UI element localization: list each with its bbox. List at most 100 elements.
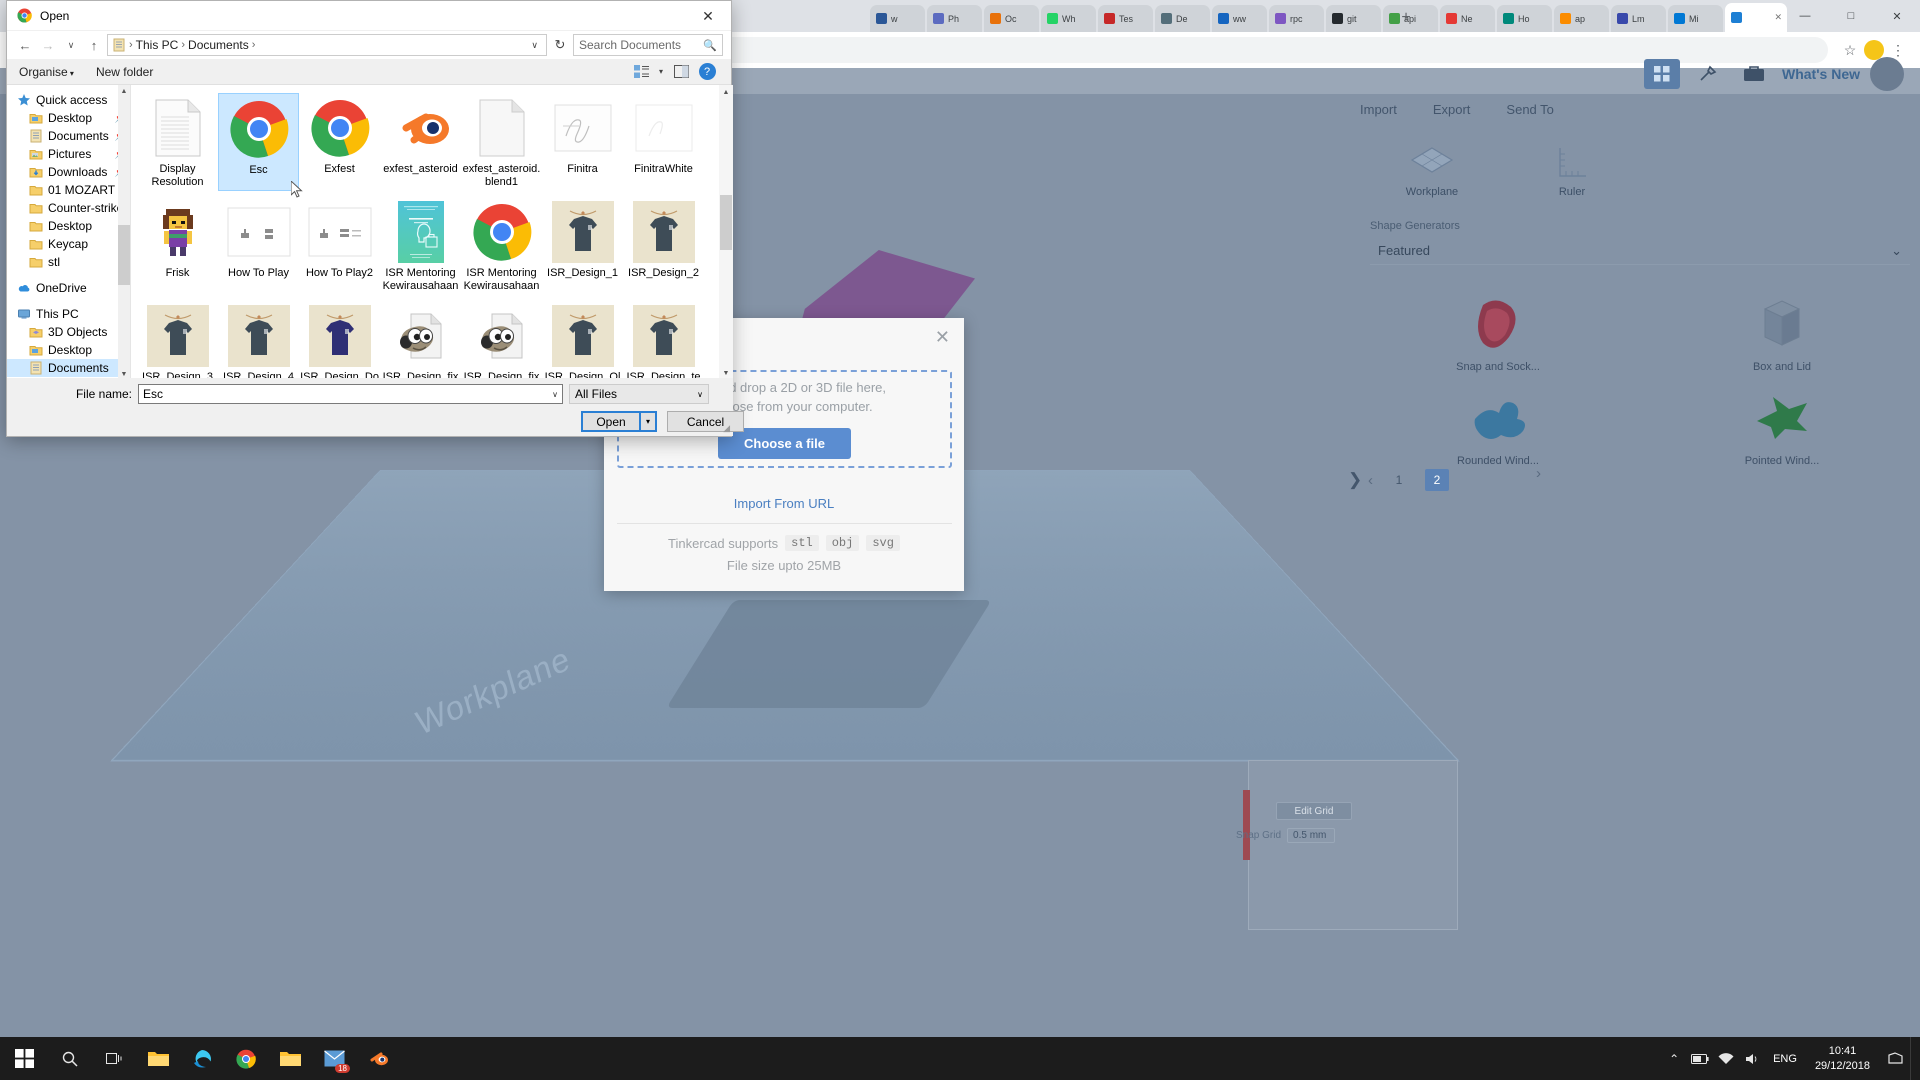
file-item[interactable]: ISR_Design_fix [380,301,461,380]
file-item[interactable]: Frisk [137,197,218,295]
cancel-button[interactable]: Cancel [667,411,744,432]
tree-item-this-pc[interactable]: This PC [7,305,130,323]
view-dropdown-caret[interactable]: ▾ [655,62,667,82]
browser-tab[interactable]: Ho [1497,5,1552,32]
breadcrumb-documents[interactable]: Documents [188,38,249,52]
browser-tab[interactable]: Mi [1668,5,1723,32]
close-icon[interactable]: ✕ [935,327,950,348]
grid-view-icon[interactable] [1643,59,1680,89]
page-1-button[interactable]: 1 [1387,469,1411,491]
browser-tab[interactable]: git [1326,5,1381,32]
organise-menu[interactable]: Organise ▾ [19,65,74,79]
taskbar-search-button[interactable] [48,1037,92,1080]
file-item[interactable]: ISR_Design_Dongker [299,301,380,380]
choose-a-file-button[interactable]: Choose a file [718,427,851,459]
close-window-button[interactable]: ✕ [1874,0,1920,32]
browser-tab[interactable]: ap [1554,5,1609,32]
tree-item-desktop-3[interactable]: Desktop [7,341,130,359]
export-button[interactable]: Export [1433,102,1471,117]
import-from-url-link[interactable]: Import From URL [604,496,964,511]
tree-item-counter-strike[interactable]: Counter-strike G [7,199,130,217]
import-button[interactable]: Import [1360,102,1397,117]
tray-expand-chevron[interactable]: ⌃ [1661,1037,1687,1080]
tree-item-stl[interactable]: stl [7,253,130,271]
file-item[interactable]: ISR_Design_1 [542,197,623,295]
tree-item-quick-access[interactable]: Quick access [7,91,130,109]
file-scrollbar-thumb[interactable] [720,195,732,250]
tree-item-desktop-2[interactable]: Desktop [7,217,130,235]
shape-item[interactable]: Box and Lid [1660,285,1904,373]
browser-tab[interactable]: ww [1212,5,1267,32]
taskbar-item-chrome[interactable] [224,1037,268,1080]
nav-back-icon[interactable]: ← [15,35,35,55]
tree-item-pictures[interactable]: Pictures 📌 [7,145,130,163]
file-item[interactable]: ISR_Design_4 [218,301,299,380]
language-indicator[interactable]: ENG [1765,1053,1805,1065]
file-item[interactable]: Finitra [542,93,623,191]
tree-item-downloads[interactable]: Downloads 📌 [7,163,130,181]
file-item[interactable]: ISR_Design_fix_compress [461,301,542,380]
chevron-down-icon[interactable]: ∨ [552,390,558,399]
workplane-tool[interactable]: Workplane [1392,140,1472,198]
browser-tab[interactable]: Ph [927,5,982,32]
red-marker-shape[interactable] [1243,790,1250,860]
breadcrumb-this-pc[interactable]: This PC [136,38,179,52]
tree-item-onedrive[interactable]: OneDrive [7,279,130,297]
task-view-button[interactable] [92,1037,136,1080]
tree-item-documents-selected[interactable]: Documents [7,359,130,377]
tree-scroll-up-icon[interactable]: ▲ [118,85,130,97]
panel-collapse-toggle[interactable]: ❯ [1348,470,1362,490]
whats-new-link[interactable]: What's New [1782,66,1860,82]
grey-3d-box[interactable] [1248,760,1458,930]
refresh-icon[interactable]: ↻ [550,35,570,55]
browser-tab[interactable]: De [1155,5,1210,32]
nav-up-icon[interactable]: ↑ [84,35,104,55]
file-item[interactable]: ISR_Design_2 [623,197,704,295]
help-button[interactable]: ? [695,62,719,82]
browser-tab-active[interactable]: ✕ [1725,3,1787,32]
new-tab-button[interactable]: + [1395,7,1417,29]
maximize-button[interactable]: □ [1828,0,1874,32]
file-item[interactable]: How To Play [218,197,299,295]
shape-item[interactable]: Rounded Wind... [1376,379,1620,467]
taskbar-item-edge[interactable] [180,1037,224,1080]
network-icon[interactable] [1713,1037,1739,1080]
file-item[interactable]: Exfest [299,93,380,191]
page-2-button[interactable]: 2 [1425,469,1449,491]
taskbar-item-explorer-window[interactable] [268,1037,312,1080]
tree-scrollbar-thumb[interactable] [118,225,130,285]
browser-tab[interactable]: Lm [1611,5,1666,32]
browser-tab[interactable]: Tes [1098,5,1153,32]
search-input[interactable]: Search Documents 🔍 [573,34,723,56]
file-item[interactable]: ISR_Design_3 [137,301,218,380]
clock[interactable]: 10:41 29/12/2018 [1805,1044,1880,1073]
tree-item-01-mozart[interactable]: 01 MOZART F 📌 [7,181,130,199]
file-item[interactable]: ISR Mentoring Kewirausahaan [461,197,542,295]
shape-item[interactable]: Pointed Wind... [1660,379,1904,467]
ruler-tool[interactable]: Ruler [1532,140,1612,198]
start-button[interactable] [0,1037,48,1080]
taskbar-item-mail[interactable]: 18 [312,1037,356,1080]
shape-item[interactable]: Snap and Sock... [1376,285,1620,373]
next-page-button[interactable]: › [1536,465,1541,482]
edit-grid-button[interactable]: Edit Grid [1276,802,1352,820]
file-item[interactable]: FinitraWhite [623,93,704,191]
tools-icon[interactable] [1690,59,1726,89]
open-dropdown-button[interactable]: ▾ [641,411,657,432]
nav-forward-icon[interactable]: → [38,35,58,55]
file-item[interactable]: ISR_Design_Old [542,301,623,380]
nav-recent-locations-icon[interactable]: ∨ [61,35,81,55]
taskbar-item-blender[interactable] [356,1037,400,1080]
send-to-button[interactable]: Send To [1506,102,1553,117]
file-name-input[interactable]: Esc ∨ [138,384,563,404]
browser-tab[interactable]: Oc [984,5,1039,32]
prev-page-button[interactable]: ‹ [1368,472,1373,489]
dialog-close-button[interactable]: ✕ [685,1,731,31]
browser-tab[interactable]: rpc [1269,5,1324,32]
browser-tab[interactable]: w [870,5,925,32]
taskbar-item-file-explorer[interactable] [136,1037,180,1080]
minimize-button[interactable]: — [1782,0,1828,32]
file-item[interactable]: ISR_Design_test [623,301,704,380]
file-item[interactable]: Display Resolution [137,93,218,191]
volume-icon[interactable] [1739,1037,1765,1080]
